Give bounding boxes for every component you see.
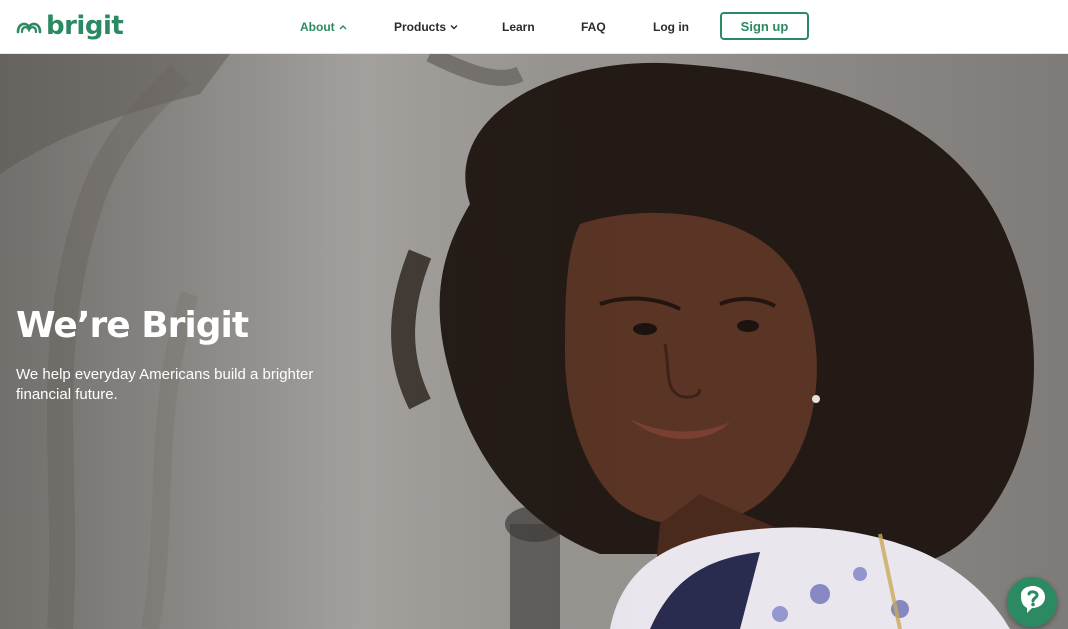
- nav-about[interactable]: About: [300, 18, 347, 36]
- hero-title: We’re Brigit: [16, 305, 249, 346]
- chevron-up-icon: [339, 25, 347, 30]
- nav-log-in[interactable]: Log in: [653, 18, 689, 36]
- brigit-logo[interactable]: brigit: [16, 10, 124, 42]
- nav-learn-label: Learn: [502, 20, 535, 34]
- nav-about-label: About: [300, 20, 335, 34]
- nav-learn[interactable]: Learn: [502, 18, 535, 36]
- hero-subtitle: We help everyday Americans build a brigh…: [16, 366, 314, 403]
- brigit-logo-text: brigit: [46, 11, 124, 41]
- chevron-down-icon: [450, 25, 458, 30]
- nav-log-in-label: Log in: [653, 20, 689, 34]
- top-navigation-bar: brigit About Products Learn FAQ Log in S…: [0, 0, 1068, 54]
- nav-faq[interactable]: FAQ: [581, 18, 606, 36]
- help-chat-button[interactable]: [1007, 577, 1057, 627]
- hero-banner: We’re Brigit We help everyday Americans …: [0, 54, 1068, 629]
- sign-up-button[interactable]: Sign up: [720, 12, 809, 40]
- nav-products[interactable]: Products: [394, 18, 458, 36]
- nav-faq-label: FAQ: [581, 20, 606, 34]
- question-chat-icon: [1021, 586, 1045, 613]
- brigit-logo-icon: [16, 22, 42, 34]
- nav-products-label: Products: [394, 20, 447, 34]
